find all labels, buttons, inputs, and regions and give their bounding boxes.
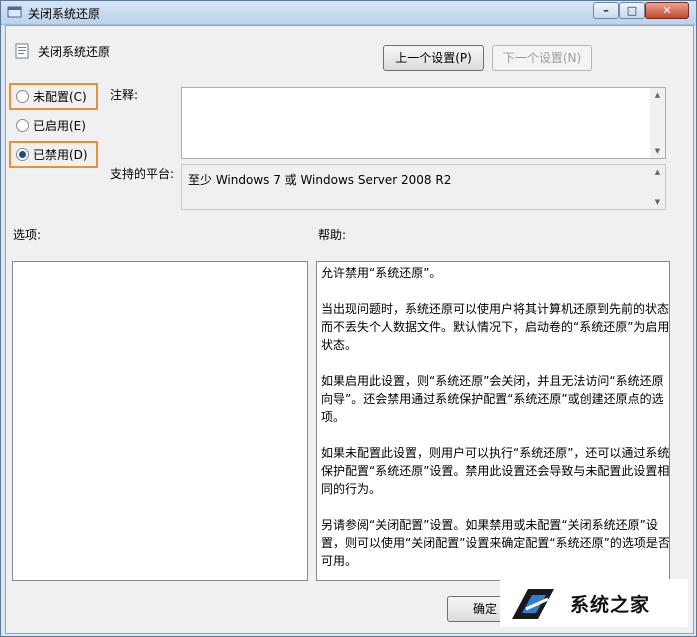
help-paragraph: 当出现问题时，系统还原可以使用户将其计算机还原到先前的状态而不丢失个人数据文件。… [321,302,670,352]
help-panel: 允许禁用“系统还原”。 当出现问题时，系统还原可以使用户将其计算机还原到先前的状… [316,261,670,581]
watermark-text: 系统之家 [570,594,651,616]
scroll-down-icon[interactable]: ▼ [650,144,665,158]
radio-circle-icon [16,90,29,103]
radio-selected-icon [16,148,29,161]
close-icon: ✕ [662,4,672,17]
platform-scrollbar[interactable]: ▲ ▼ [650,165,665,209]
dialog-window: 关闭系统还原 – □ ✕ 关闭系统还原 上一个设置(P) 下一个设置(N) 未配… [0,0,697,637]
watermark-logo-icon [512,589,554,619]
help-paragraph: 另请参阅“关闭配置”设置。如果禁用或未配置“关闭系统还原”设置，则可以使用“关闭… [321,518,670,568]
scroll-up-icon[interactable]: ▲ [650,88,665,102]
help-paragraph: 如果未配置此设置，则用户可以执行“系统还原”，还可以通过系统保护配置“系统还原”… [321,446,670,496]
comment-label: 注释: [110,88,139,102]
radio-disabled[interactable]: 已禁用(D) [16,147,88,163]
radio-label: 已启用(E) [33,119,86,133]
minimize-icon: – [603,4,609,17]
setting-title: 关闭系统还原 [38,45,111,59]
scroll-up-icon[interactable]: ▲ [650,165,665,179]
options-panel [12,261,308,581]
comment-input[interactable]: ▲ ▼ [181,87,666,159]
dialog-client: 关闭系统还原 上一个设置(P) 下一个设置(N) 未配置(C) 已启用(E) 已… [5,25,694,634]
window-title: 关闭系统还原 [28,7,101,21]
minimize-button[interactable]: – [593,2,619,19]
platform-value: 至少 Windows 7 或 Windows Server 2008 R2 [188,173,452,187]
next-setting-button[interactable]: 下一个设置(N) [492,45,592,71]
watermark-badge: 系统之家 [500,579,688,627]
maximize-icon: □ [626,4,638,17]
previous-setting-button[interactable]: 上一个设置(P) [383,45,484,71]
maximize-button[interactable]: □ [619,2,645,19]
help-label: 帮助: [318,228,347,242]
platform-field: 至少 Windows 7 或 Windows Server 2008 R2 ▲ … [181,164,666,210]
radio-label: 未配置(C) [33,90,87,104]
radio-circle-icon [16,119,29,132]
comment-scrollbar[interactable]: ▲ ▼ [650,88,665,158]
help-paragraph: 允许禁用“系统还原”。 [321,266,442,280]
options-label: 选项: [13,228,42,242]
help-paragraph: 如果启用此设置，则“系统还原”会关闭，并且无法访问“系统还原向导”。还会禁用通过… [321,374,664,424]
platform-label: 支持的平台: [110,167,175,181]
help-text: 允许禁用“系统还原”。 当出现问题时，系统还原可以使用户将其计算机还原到先前的状… [321,264,671,588]
policy-icon [7,6,22,18]
setting-icon [15,43,29,59]
radio-not-configured[interactable]: 未配置(C) [16,89,87,105]
title-bar[interactable]: 关闭系统还原 – □ ✕ [1,1,696,25]
radio-enabled[interactable]: 已启用(E) [16,118,86,134]
close-button[interactable]: ✕ [645,2,689,19]
radio-label: 已禁用(D) [33,148,88,162]
scroll-down-icon[interactable]: ▼ [650,195,665,209]
